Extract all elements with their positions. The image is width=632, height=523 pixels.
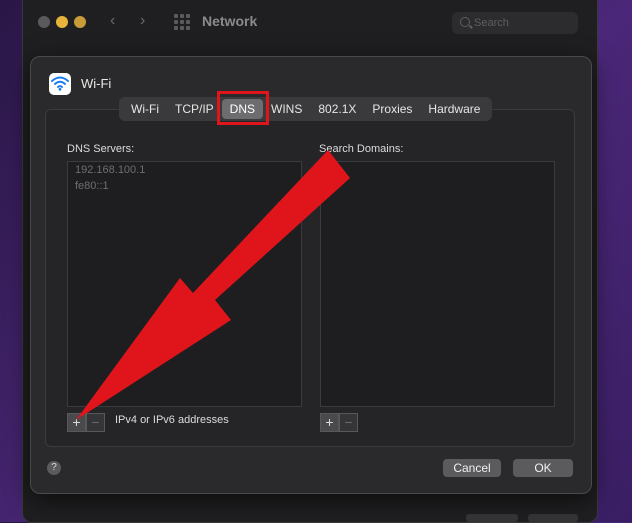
tab-tcpip[interactable]: TCP/IP [167,99,222,119]
search-domains-add-remove: + − [320,413,358,432]
dns-tab-highlight-box [217,91,269,125]
chevron-right-icon[interactable]: › [140,12,145,30]
add-search-domain-button[interactable]: + [320,413,339,432]
search-field[interactable]: Search [452,12,578,34]
show-all-grid-icon[interactable] [174,14,190,30]
remove-search-domain-button[interactable]: − [339,413,358,432]
dns-servers-label: DNS Servers: [67,143,135,155]
list-item[interactable]: 192.168.100.1 [68,162,301,178]
wifi-icon [49,73,71,95]
add-dns-server-button[interactable]: + [67,413,86,432]
cancel-button[interactable]: Cancel [443,459,501,477]
ok-button[interactable]: OK [513,459,573,477]
chevron-left-icon[interactable]: ‹ [110,12,115,30]
dns-servers-list[interactable]: 192.168.100.1 fe80::1 [67,161,302,407]
zoom-window-button[interactable] [74,16,86,28]
search-icon [460,17,470,27]
minimize-window-button[interactable] [56,16,68,28]
search-domains-label: Search Domains: [319,143,404,155]
tab-wins[interactable]: WINS [263,99,310,119]
search-domains-list[interactable] [320,161,555,407]
close-window-button[interactable] [38,16,50,28]
dns-address-hint: IPv4 or IPv6 addresses [115,414,229,426]
interface-name: Wi-Fi [81,76,112,91]
remove-dns-server-button[interactable]: − [86,413,105,432]
tab-proxies[interactable]: Proxies [364,99,420,119]
help-button[interactable]: ? [47,461,61,475]
dns-settings-sheet: Wi-Fi Wi-Fi TCP/IP DNS WINS 802.1X Proxi… [30,56,592,494]
search-placeholder: Search [474,17,509,29]
tab-wifi[interactable]: Wi-Fi [123,99,167,119]
window-title: Network [202,13,258,29]
window-titlebar: ‹ › Network Search [22,0,596,44]
list-item[interactable]: fe80::1 [68,178,301,194]
settings-tabs: Wi-Fi TCP/IP DNS WINS 802.1X Proxies Har… [119,97,493,121]
dns-servers-add-remove: + − [67,413,105,432]
tab-hardware[interactable]: Hardware [420,99,488,119]
tab-8021x[interactable]: 802.1X [310,99,364,119]
background-footer-buttons [466,512,586,522]
